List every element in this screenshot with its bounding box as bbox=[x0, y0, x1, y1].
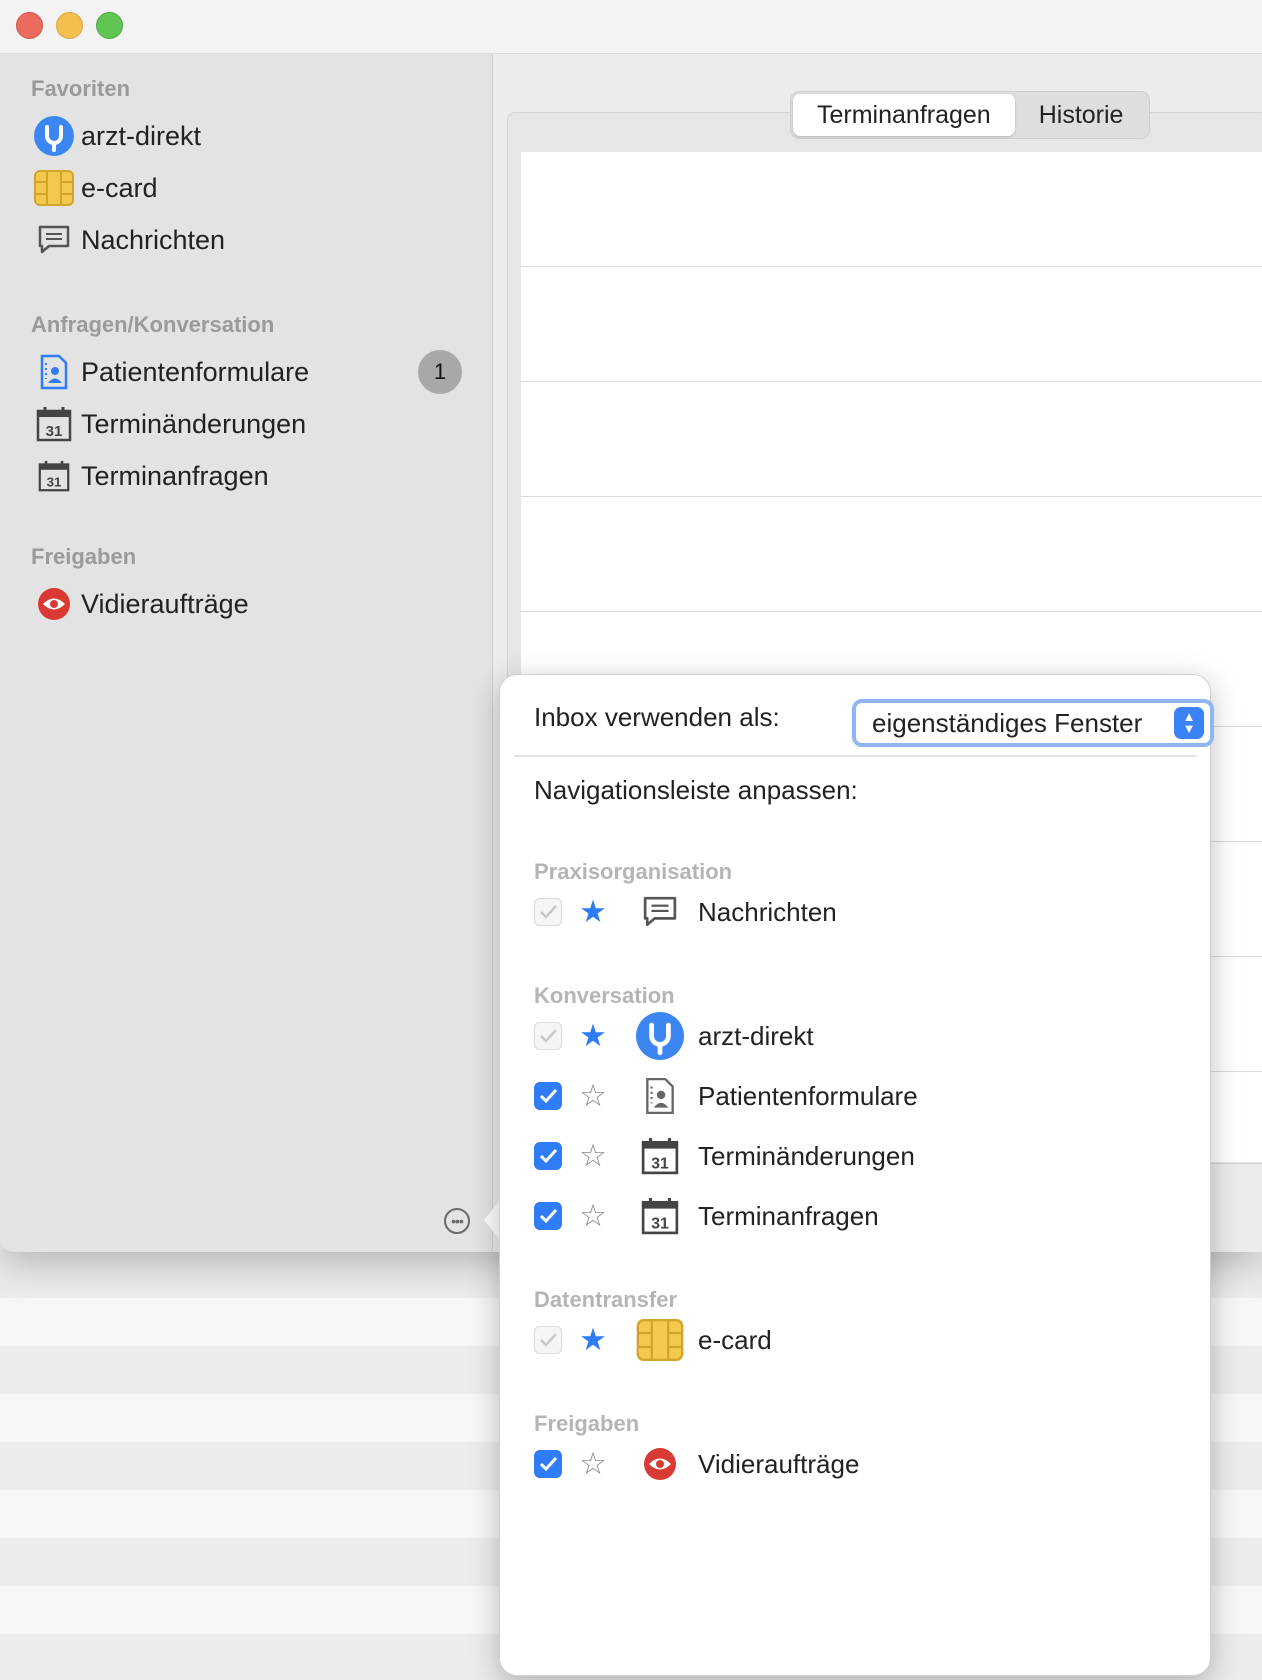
list-row[interactable] bbox=[521, 497, 1262, 612]
favorite-star-icon[interactable]: ☆ bbox=[576, 1138, 610, 1174]
nav-option-label: Patientenformulare bbox=[698, 1080, 918, 1111]
nav-option-terminanfragen: ☆ 31 Terminanfragen bbox=[534, 1191, 879, 1241]
tab-historie[interactable]: Historie bbox=[1015, 94, 1148, 136]
section-konversation: Konversation bbox=[534, 983, 675, 1008]
sidebar-item-e-card[interactable]: e-card bbox=[32, 164, 462, 212]
sidebar-item-arzt-direkt[interactable]: arzt-direkt bbox=[32, 112, 462, 160]
favorite-star-icon[interactable]: ☆ bbox=[576, 1198, 610, 1234]
divider bbox=[514, 755, 1196, 757]
patient-form-icon bbox=[32, 350, 76, 394]
checkbox[interactable] bbox=[534, 1082, 562, 1110]
sidebar-item-terminanfragen[interactable]: 31 Terminanfragen bbox=[32, 452, 462, 500]
calendar-icon: 31 bbox=[32, 402, 76, 446]
title-bar bbox=[0, 0, 1262, 54]
patient-form-icon bbox=[634, 1071, 686, 1121]
inbox-mode-select[interactable]: eigenständiges Fenster ▲ ▼ bbox=[852, 699, 1214, 747]
sidebar-item-label: Patientenformulare bbox=[81, 356, 310, 387]
ecard-chip-icon bbox=[634, 1315, 686, 1365]
nav-option-patientenformulare: ☆ Patientenformulare bbox=[534, 1071, 918, 1121]
nav-option-arzt-direkt: ★ arzt-direkt bbox=[534, 1011, 814, 1061]
calendar-icon: 31 bbox=[32, 454, 76, 498]
arzt-direkt-icon bbox=[634, 1011, 686, 1061]
calendar-day: 31 bbox=[651, 1156, 669, 1173]
nav-customize-label: Navigationsleiste anpassen: bbox=[534, 775, 858, 805]
section-favoriten: Favoriten bbox=[31, 76, 131, 101]
list-row[interactable] bbox=[521, 382, 1262, 497]
nav-option-label: e-card bbox=[698, 1324, 772, 1355]
nav-option-label: Terminänderungen bbox=[698, 1140, 915, 1171]
sidebar-item-nachrichten[interactable]: Nachrichten bbox=[32, 216, 462, 264]
checkbox[interactable] bbox=[534, 1202, 562, 1230]
checkbox[interactable] bbox=[534, 1326, 562, 1354]
sidebar: Favoriten arzt-direkt e-card Nachrichten… bbox=[0, 54, 493, 1252]
ecard-chip-icon bbox=[32, 166, 76, 210]
nav-option-vidierauftraege: ☆ Vidieraufträge bbox=[534, 1439, 859, 1489]
tab-terminanfragen[interactable]: Terminanfragen bbox=[793, 94, 1015, 136]
section-anfragen: Anfragen/Konversation bbox=[31, 312, 275, 337]
favorite-star-icon[interactable]: ★ bbox=[576, 1018, 610, 1054]
minimize-button[interactable] bbox=[56, 12, 83, 39]
list-row[interactable] bbox=[521, 152, 1262, 267]
message-icon bbox=[634, 887, 686, 937]
sidebar-item-label: Nachrichten bbox=[81, 224, 226, 255]
sidebar-item-vidierauftraege[interactable]: Vidieraufträge bbox=[32, 580, 462, 628]
sidebar-item-terminaenderungen[interactable]: 31 Terminänderungen bbox=[32, 400, 462, 448]
favorite-star-icon[interactable]: ☆ bbox=[576, 1446, 610, 1482]
favorite-star-icon[interactable]: ★ bbox=[576, 1322, 610, 1358]
sidebar-item-label: arzt-direkt bbox=[81, 120, 202, 151]
sidebar-item-label: e-card bbox=[81, 172, 158, 203]
count-badge: 1 bbox=[418, 350, 462, 394]
checkbox[interactable] bbox=[534, 1142, 562, 1170]
zoom-button[interactable] bbox=[96, 12, 123, 39]
checkbox[interactable] bbox=[534, 1450, 562, 1478]
favorite-star-icon[interactable]: ★ bbox=[576, 894, 610, 930]
nav-option-label: Nachrichten bbox=[698, 896, 837, 927]
message-icon bbox=[32, 218, 76, 262]
eye-icon bbox=[32, 582, 76, 626]
calendar-icon: 31 bbox=[634, 1191, 686, 1241]
calendar-day: 31 bbox=[47, 475, 62, 490]
list-row[interactable] bbox=[521, 267, 1262, 382]
inbox-setting-row: Inbox verwenden als: eigenständiges Fens… bbox=[534, 693, 1214, 747]
sidebar-item-label: Terminänderungen bbox=[81, 408, 307, 439]
section-datentransfer: Datentransfer bbox=[534, 1287, 678, 1312]
checkbox[interactable] bbox=[534, 1022, 562, 1050]
checkbox[interactable] bbox=[534, 898, 562, 926]
select-arrows-icon: ▲ ▼ bbox=[1174, 707, 1204, 739]
sidebar-item-label: Vidieraufträge bbox=[81, 588, 249, 619]
popover-arrow bbox=[484, 1200, 500, 1240]
nav-option-label: Terminanfragen bbox=[698, 1200, 879, 1231]
more-icon[interactable]: ••• bbox=[444, 1208, 470, 1234]
nav-option-label: arzt-direkt bbox=[698, 1020, 814, 1051]
section-freigaben: Freigaben bbox=[31, 544, 137, 569]
inbox-label: Inbox verwenden als: bbox=[534, 701, 780, 732]
section-freigaben: Freigaben bbox=[534, 1411, 640, 1436]
close-button[interactable] bbox=[16, 12, 43, 39]
calendar-icon: 31 bbox=[634, 1131, 686, 1181]
sidebar-item-label: Terminanfragen bbox=[81, 460, 269, 491]
nav-option-nachrichten: ★ Nachrichten bbox=[534, 887, 837, 937]
tab-switcher: Terminanfragen Historie bbox=[790, 91, 1151, 139]
section-praxisorganisation: Praxisorganisation bbox=[534, 859, 733, 884]
calendar-day: 31 bbox=[651, 1216, 669, 1233]
nav-option-e-card: ★ e-card bbox=[534, 1315, 772, 1365]
arzt-direkt-icon bbox=[32, 114, 76, 158]
navigation-settings-popover: Inbox verwenden als: eigenständiges Fens… bbox=[499, 674, 1214, 1676]
eye-icon bbox=[634, 1439, 686, 1489]
favorite-star-icon[interactable]: ☆ bbox=[576, 1078, 610, 1114]
sidebar-item-patientenformulare[interactable]: Patientenformulare 1 bbox=[32, 348, 462, 396]
nav-option-label: Vidieraufträge bbox=[698, 1448, 860, 1479]
nav-option-terminaenderungen: ☆ 31 Terminänderungen bbox=[534, 1131, 915, 1181]
inbox-mode-value: eigenständiges Fenster bbox=[872, 707, 1143, 738]
calendar-day: 31 bbox=[46, 423, 63, 440]
